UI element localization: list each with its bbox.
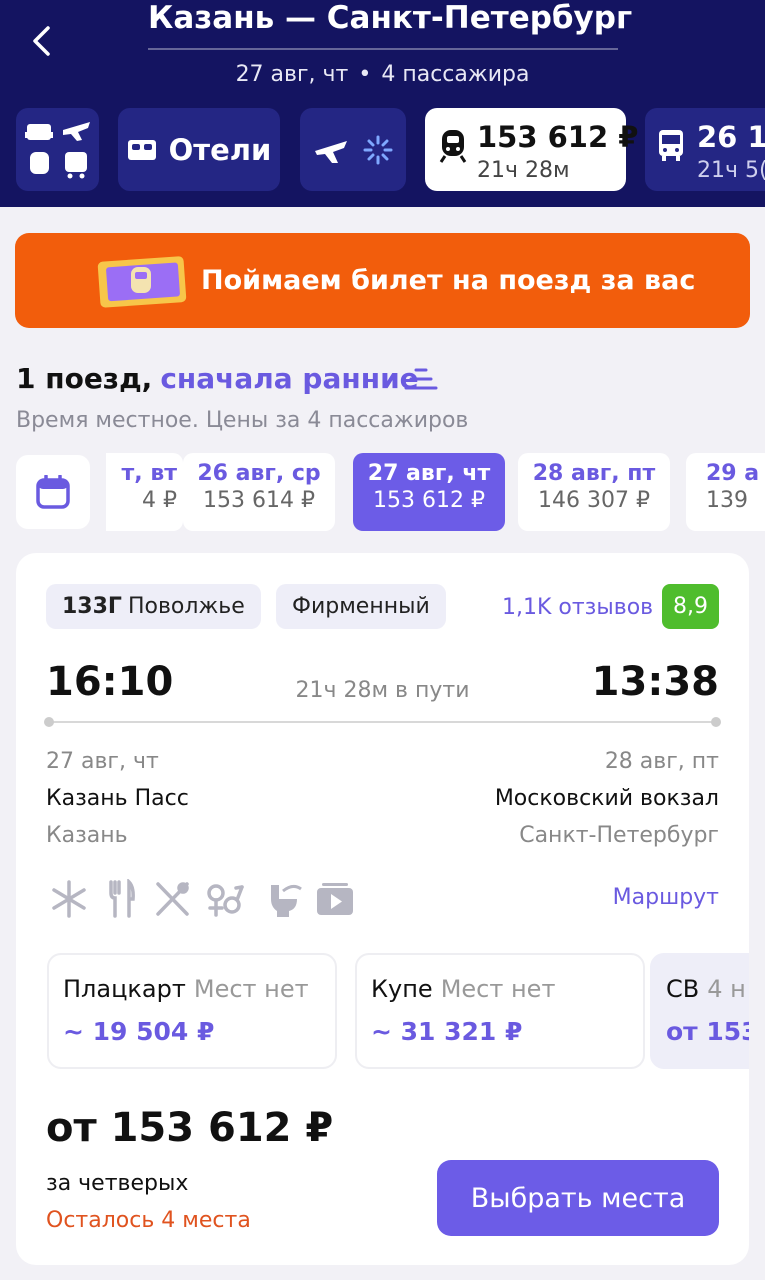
class-card-sv[interactable]: СВ4 н от 153 xyxy=(650,953,749,1069)
date-chip-date: 27 авг, чт xyxy=(367,461,491,486)
banner-text: Поймаем билет на поезд за вас xyxy=(201,265,696,296)
class-name: Купе xyxy=(371,975,433,1003)
date-chip[interactable]: 26 авг, ср 153 614 ₽ xyxy=(183,453,335,531)
departure-station: Казань Пасс xyxy=(46,786,189,811)
class-card-platskart[interactable]: Плацкарт Мест нет ~ 19 504 ₽ xyxy=(47,953,337,1069)
video-icon xyxy=(317,883,353,915)
departure-date: 27 авг, чт xyxy=(46,749,159,774)
train-name: Поволжье xyxy=(127,594,245,619)
date-chip-date: 28 авг, пт xyxy=(532,461,656,486)
results-summary: 1 поезд, сначала ранние xyxy=(16,362,419,395)
prices-note: Время местное. Цены за 4 пассажиров xyxy=(16,408,469,433)
arrival-city: Санкт-Петербург xyxy=(519,823,719,848)
passenger-count: 4 пассажира xyxy=(381,62,530,87)
arrival-station: Московский вокзал xyxy=(494,786,719,811)
train-ticket-icon xyxy=(97,256,187,308)
train-card[interactable]: 133Г Поволжье Фирменный 1,1K отзывов 8,9 … xyxy=(16,553,749,1265)
sort-icon[interactable] xyxy=(404,367,438,393)
class-name: Плацкарт xyxy=(63,975,186,1003)
class-status: Мест нет xyxy=(193,975,309,1003)
hotels-label: Отели xyxy=(168,132,272,167)
train-number: 133Г xyxy=(62,594,122,619)
snowflake-icon xyxy=(52,880,86,918)
choose-seats-button[interactable]: Выбрать места xyxy=(437,1160,719,1236)
airplane-icon xyxy=(315,140,347,163)
date-chip-selected[interactable]: 27 авг, чт 153 612 ₽ xyxy=(353,453,505,531)
sort-order-link[interactable]: сначала ранние xyxy=(160,362,418,395)
mode-trains-button[interactable]: 153 612 ₽ 21ч 28м xyxy=(425,108,638,191)
top-header: Казань — Санкт-Петербург 27 авг, чт • 4 па… xyxy=(0,0,765,207)
cutlery-icon xyxy=(109,879,135,918)
class-card-kupe[interactable]: Купе Мест нет ~ 31 321 ₽ xyxy=(355,953,645,1069)
rating-badge: 8,9 xyxy=(662,584,719,629)
calendar-button[interactable] xyxy=(16,455,90,529)
date-chip-price: 153 612 ₽ xyxy=(373,488,485,513)
date-chip[interactable]: 28 авг, пт 146 307 ₽ xyxy=(518,453,670,531)
bus-mode-price: 26 15 xyxy=(697,120,765,154)
date-chip-price: 139 xyxy=(706,488,748,513)
loading-spinner-icon xyxy=(363,135,393,164)
date-selector: т, вт 4 ₽ 26 авг, ср 153 614 ₽ 27 авг, ч… xyxy=(106,453,765,531)
class-price: ~ 19 504 ₽ xyxy=(63,1017,215,1046)
ticket-hunt-banner[interactable]: Поймаем билет на поезд за вас xyxy=(15,233,750,328)
date-chip-date: 29 а xyxy=(706,461,760,486)
all-transport-icon xyxy=(25,122,90,179)
class-status: Мест нет xyxy=(440,975,556,1003)
trip-date: 27 авг, чт xyxy=(235,62,349,87)
seats-left-warning: Осталось 4 места xyxy=(46,1208,251,1233)
results-count: 1 поезд, xyxy=(16,362,153,395)
bed-icon xyxy=(127,139,156,160)
date-chip[interactable]: т, вт 4 ₽ xyxy=(106,453,183,531)
route-subtitle: 27 авг, чт • 4 пассажира xyxy=(235,62,530,87)
class-price: ~ 31 321 ₽ xyxy=(371,1017,523,1046)
class-name: СВ xyxy=(666,975,700,1003)
restaurant-icon xyxy=(156,882,189,916)
route-timeline xyxy=(44,717,721,727)
train-number-tag: 133Г Поволжье xyxy=(46,584,261,629)
class-price: от 153 xyxy=(666,1017,749,1046)
train-type-tag: Фирменный xyxy=(276,584,446,629)
date-chip-date: 26 авг, ср xyxy=(197,461,321,486)
train-mode-price: 153 612 ₽ xyxy=(477,120,639,154)
date-chip-price: 146 307 ₽ xyxy=(538,488,650,513)
mode-flights-button[interactable] xyxy=(300,108,406,191)
gender-icon xyxy=(207,884,244,917)
bus-icon xyxy=(659,130,683,161)
mode-hotels-button[interactable]: Отели xyxy=(118,108,280,191)
date-chip-price: 153 614 ₽ xyxy=(203,488,315,513)
route-link[interactable]: Маршрут xyxy=(613,885,719,910)
arrival-time: 13:38 xyxy=(591,659,719,705)
arrival-date: 28 авг, пт xyxy=(604,749,719,774)
mode-buses-button[interactable]: 26 15 21ч 5( xyxy=(645,108,765,191)
back-arrow-icon[interactable] xyxy=(26,24,60,58)
route-title[interactable]: Казань — Санкт-Петербург xyxy=(148,0,632,36)
train-mode-duration: 21ч 28м xyxy=(477,158,570,183)
mode-all-button[interactable] xyxy=(16,108,99,191)
departure-city: Казань xyxy=(46,823,128,848)
route-title-underline xyxy=(148,48,618,50)
date-chip[interactable]: 29 а 139 xyxy=(686,453,765,531)
date-chip-price: 4 ₽ xyxy=(142,488,177,513)
bus-mode-duration: 21ч 5( xyxy=(697,158,765,183)
date-chip-date: т, вт xyxy=(121,461,177,486)
total-price: от 153 612 ₽ xyxy=(46,1105,334,1151)
price-for-label: за четверых xyxy=(46,1171,189,1196)
toilet-icon xyxy=(271,884,302,917)
class-status: 4 н xyxy=(707,975,746,1003)
train-icon xyxy=(439,130,467,163)
reviews-link[interactable]: 1,1K отзывов xyxy=(502,595,653,620)
calendar-icon xyxy=(36,475,70,509)
